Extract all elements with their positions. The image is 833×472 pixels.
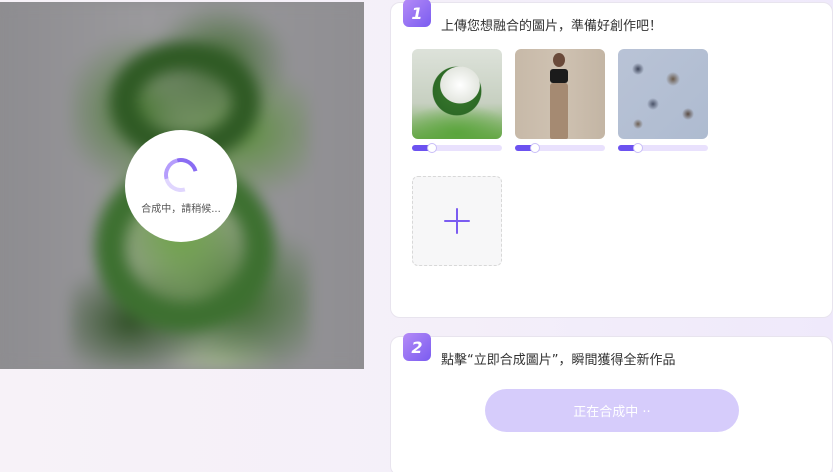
loading-overlay: 合成中，請稍候...: [125, 130, 237, 242]
uploaded-image-3[interactable]: [618, 49, 708, 139]
spinner-icon: [157, 151, 205, 198]
image-weight-slider-2[interactable]: [515, 143, 605, 153]
compose-title: 點擊“立即合成圖片”，瞬間獲得全新作品: [441, 353, 676, 368]
uploaded-image-2[interactable]: [515, 49, 605, 139]
slider-handle[interactable]: [529, 143, 540, 153]
image-weight-slider-1[interactable]: [412, 143, 502, 153]
step-badge: 1: [403, 0, 431, 27]
slider-handle[interactable]: [426, 143, 437, 153]
add-image-button[interactable]: [412, 176, 502, 266]
upload-title: 上傳您想融合的圖片，準備好創作吧！: [441, 19, 663, 34]
step-badge: 2: [403, 333, 431, 361]
plus-icon: [444, 208, 470, 234]
upload-card: 1 上傳您想融合的圖片，準備好創作吧！: [390, 0, 833, 318]
slider-handle[interactable]: [632, 143, 643, 153]
merge-preview: 合成中，請稍候...: [0, 2, 364, 369]
uploaded-image-1[interactable]: [412, 49, 502, 139]
compose-card: 2 點擊“立即合成圖片”，瞬間獲得全新作品 正在合成中 ··: [390, 333, 833, 472]
loading-text: 合成中，請稍候...: [141, 203, 221, 215]
compose-button[interactable]: 正在合成中 ··: [485, 389, 739, 432]
image-weight-slider-3[interactable]: [618, 143, 708, 153]
